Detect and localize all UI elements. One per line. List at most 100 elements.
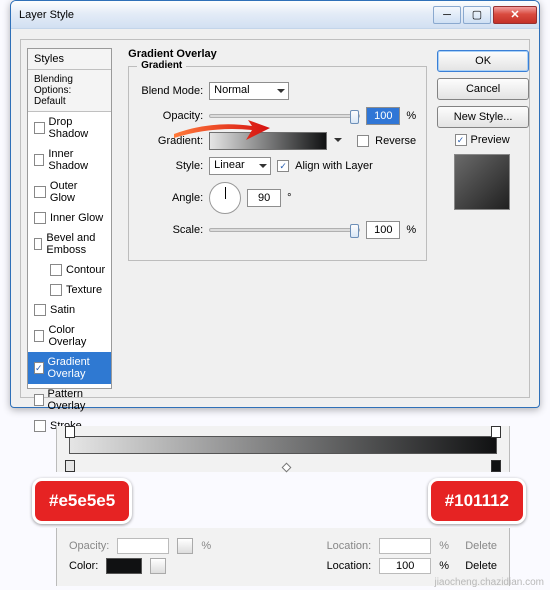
blend-mode-select[interactable]: Normal <box>209 82 289 100</box>
dialog-body: Styles Blending Options: Default Drop Sh… <box>20 39 530 398</box>
style-label: Style: <box>139 160 203 172</box>
delete-button[interactable]: Delete <box>457 540 497 552</box>
style-item-contour[interactable]: Contour <box>28 260 111 280</box>
style-item-drop-shadow[interactable]: Drop Shadow <box>28 112 111 144</box>
location-field[interactable] <box>379 538 431 554</box>
preview-checkbox[interactable] <box>455 134 467 146</box>
color-tag-left: #e5e5e5 <box>32 478 132 524</box>
style-checkbox[interactable] <box>34 154 44 166</box>
style-item-inner-glow[interactable]: Inner Glow <box>28 208 111 228</box>
slider-thumb[interactable] <box>350 224 359 238</box>
gradient-label: Gradient: <box>139 135 203 147</box>
angle-input[interactable]: 90 <box>247 189 281 207</box>
style-checkbox[interactable] <box>34 304 46 316</box>
reverse-label: Reverse <box>375 135 416 147</box>
style-label: Color Overlay <box>48 324 105 348</box>
style-item-color-overlay[interactable]: Color Overlay <box>28 320 111 352</box>
style-item-gradient-overlay[interactable]: Gradient Overlay <box>28 352 111 384</box>
opacity-stop-right[interactable] <box>491 426 501 438</box>
style-item-texture[interactable]: Texture <box>28 280 111 300</box>
opacity-field[interactable] <box>117 538 169 554</box>
location-field[interactable]: 100 <box>379 558 431 574</box>
style-label: Gradient Overlay <box>48 356 106 380</box>
style-item-outer-glow[interactable]: Outer Glow <box>28 176 111 208</box>
style-item-bevel-and-emboss[interactable]: Bevel and Emboss <box>28 228 111 260</box>
style-label: Inner Glow <box>50 212 103 224</box>
style-checkbox[interactable] <box>50 264 62 276</box>
style-checkbox[interactable] <box>34 186 46 198</box>
color-stop-left[interactable] <box>65 460 75 472</box>
close-button[interactable]: ✕ <box>493 6 537 24</box>
style-checkbox[interactable] <box>34 330 44 342</box>
style-item-pattern-overlay[interactable]: Pattern Overlay <box>28 384 111 416</box>
cancel-button[interactable]: Cancel <box>437 78 529 100</box>
pct-label: % <box>406 224 416 236</box>
dropdown-icon[interactable] <box>177 538 193 554</box>
new-style-button[interactable]: New Style... <box>437 106 529 128</box>
minimize-button[interactable]: ─ <box>433 6 461 24</box>
gradient-editor <box>56 426 510 472</box>
scale-input[interactable]: 100 <box>366 221 400 239</box>
buttons-column: OK Cancel New Style... Preview <box>437 40 537 397</box>
opacity-input[interactable]: 100 <box>366 107 400 125</box>
scale-label: Scale: <box>139 224 203 236</box>
midpoint-diamond[interactable] <box>282 463 292 473</box>
gradient-bar-area <box>56 426 510 472</box>
styles-column: Styles Blending Options: Default Drop Sh… <box>21 40 118 397</box>
watermark: jiaocheng.chazidian.com <box>434 577 544 588</box>
location-label: Location: <box>327 560 372 572</box>
style-checkbox[interactable] <box>34 394 44 406</box>
opacity-stop-left[interactable] <box>65 426 75 438</box>
color-stop-right[interactable] <box>491 460 501 472</box>
delete-button[interactable]: Delete <box>457 560 497 572</box>
gradient-bar[interactable] <box>69 436 497 454</box>
scale-slider[interactable] <box>209 228 360 232</box>
style-checkbox[interactable] <box>34 122 45 134</box>
style-checkbox[interactable] <box>34 212 46 224</box>
deg-label: ° <box>287 192 291 204</box>
section-title: Gradient Overlay <box>128 48 427 60</box>
ok-button[interactable]: OK <box>437 50 529 72</box>
preview-label: Preview <box>471 134 510 146</box>
style-checkbox[interactable] <box>50 284 62 296</box>
opacity-label: Opacity: <box>139 110 203 122</box>
location-label: Location: <box>327 540 372 552</box>
settings-column: Gradient Overlay Gradient Blend Mode: No… <box>118 40 437 397</box>
align-label: Align with Layer <box>295 160 373 172</box>
maximize-button[interactable]: ▢ <box>463 6 491 24</box>
gradient-fieldset: Gradient Blend Mode: Normal Opacity: 100… <box>128 66 427 261</box>
style-checkbox[interactable] <box>34 362 44 374</box>
style-label: Drop Shadow <box>49 116 106 140</box>
reverse-checkbox[interactable] <box>357 135 369 147</box>
titlebar[interactable]: Layer Style ─ ▢ ✕ <box>11 1 539 29</box>
style-label: Satin <box>50 304 75 316</box>
style-label: Texture <box>66 284 102 296</box>
gradient-picker[interactable] <box>209 132 327 150</box>
angle-dial[interactable] <box>209 182 241 214</box>
style-label: Outer Glow <box>50 180 105 204</box>
style-checkbox[interactable] <box>34 420 46 432</box>
style-item-satin[interactable]: Satin <box>28 300 111 320</box>
blend-mode-label: Blend Mode: <box>139 85 203 97</box>
blending-options-header[interactable]: Blending Options: Default <box>28 70 111 112</box>
color-swatch[interactable] <box>106 558 142 574</box>
styles-list: Styles Blending Options: Default Drop Sh… <box>27 48 112 389</box>
dropdown-icon[interactable] <box>150 558 166 574</box>
style-select[interactable]: Linear <box>209 157 271 175</box>
style-label: Pattern Overlay <box>48 388 106 412</box>
fieldset-legend: Gradient <box>137 60 186 71</box>
color-label: Color: <box>69 560 98 572</box>
style-item-inner-shadow[interactable]: Inner Shadow <box>28 144 111 176</box>
style-checkbox[interactable] <box>34 238 42 250</box>
slider-thumb[interactable] <box>350 110 359 124</box>
window-title: Layer Style <box>19 9 431 21</box>
style-label: Inner Shadow <box>48 148 105 172</box>
opacity-slider[interactable] <box>209 114 360 118</box>
style-label: Bevel and Emboss <box>46 232 105 256</box>
styles-header[interactable]: Styles <box>28 49 111 70</box>
color-tag-right: #101112 <box>428 478 526 524</box>
align-checkbox[interactable] <box>277 160 289 172</box>
layer-style-dialog: Layer Style ─ ▢ ✕ Styles Blending Option… <box>10 0 540 408</box>
pct-label: % <box>406 110 416 122</box>
preview-swatch <box>454 154 510 210</box>
